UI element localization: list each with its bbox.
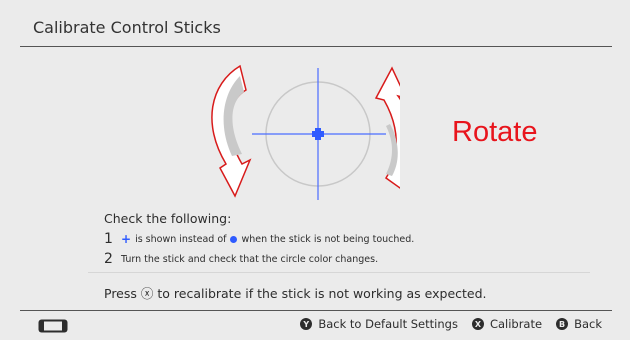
instruction-number: 2 [104,251,113,267]
dot-icon [230,235,238,243]
header-divider [20,46,612,47]
rotate-arrow-left-icon [211,64,252,198]
button-label: Back to Default Settings [318,317,458,331]
rotate-annotation: Rotate [452,116,538,148]
page-title: Calibrate Control Sticks [33,18,221,37]
stick-diagram [211,64,400,200]
button-label: Calibrate [489,317,543,331]
back-button[interactable]: B Back [556,317,602,331]
back-to-default-settings-button[interactable]: Y Back to Default Settings [300,317,458,331]
plus-icon: + [121,232,132,246]
calibrate-button[interactable]: X Calibrate [471,317,543,331]
footer-actions: Y Back to Default Settings X Calibrate B… [286,317,602,331]
rotate-arrow-right-icon [374,66,400,189]
instruction-text: when the stick is not being touched. [241,233,415,245]
instruction-item-1: 1 + is shown instead of when the stick i… [104,231,414,247]
footer-divider [20,310,612,311]
instruction-number: 1 [104,231,113,247]
instruction-text: is shown instead of [135,233,227,245]
b-button-icon: B [556,318,569,330]
y-button-icon: Y [300,318,313,330]
x-button-icon: ⓧ [140,286,154,301]
instructions-heading: Check the following: [104,211,232,226]
center-plus-icon [312,128,324,140]
recalibrate-hint: Press ⓧ to recalibrate if the stick is n… [104,286,487,301]
instruction-item-2: 2 Turn the stick and check that the circ… [104,251,378,267]
button-label: Back [574,317,602,331]
console-icon [38,319,68,333]
instruction-text: Turn the stick and check that the circle… [121,253,379,265]
instructions-divider [88,272,590,273]
x-button-icon: X [471,318,484,330]
